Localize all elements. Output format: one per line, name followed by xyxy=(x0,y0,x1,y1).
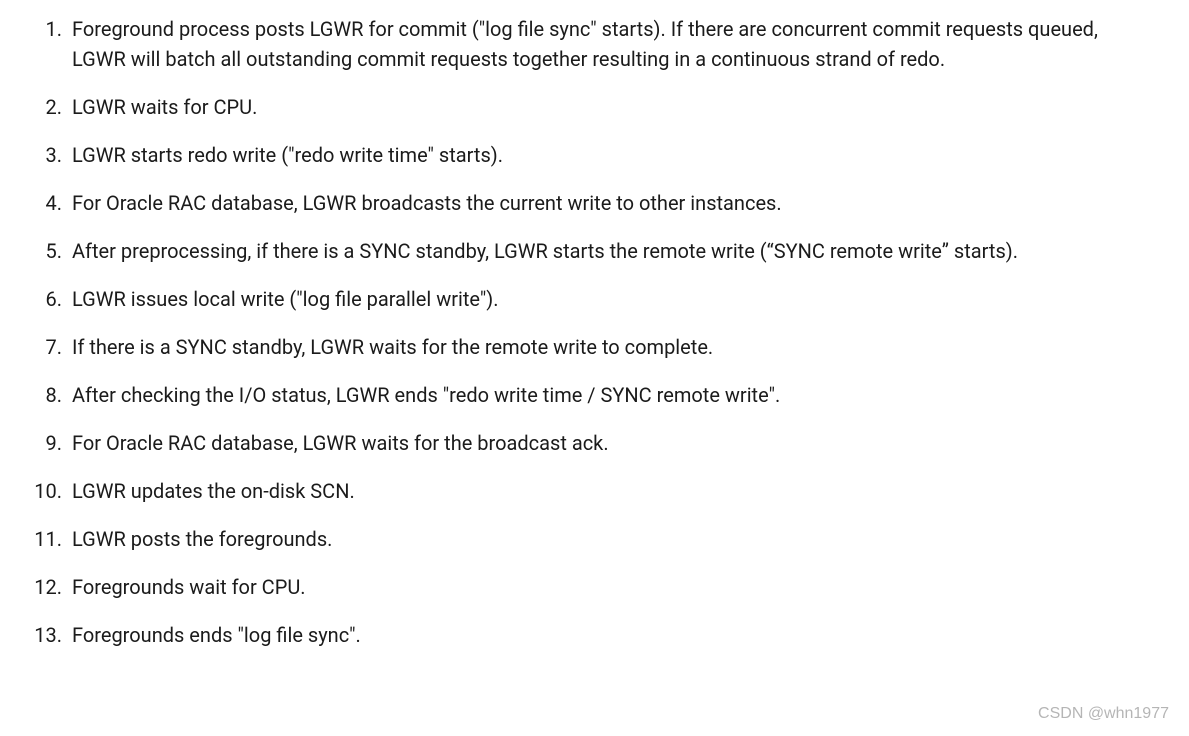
list-item-text: Foreground process posts LGWR for commit… xyxy=(72,17,1098,71)
list-item-text: Foregrounds wait for CPU. xyxy=(72,575,306,599)
list-item-text: After preprocessing, if there is a SYNC … xyxy=(72,239,1018,263)
list-item: LGWR posts the foregrounds. xyxy=(28,524,1149,554)
list-item-text: After checking the I/O status, LGWR ends… xyxy=(72,383,780,407)
list-item: LGWR updates the on-disk SCN. xyxy=(28,476,1149,506)
list-item: Foreground process posts LGWR for commit… xyxy=(28,14,1149,74)
list-item-text: If there is a SYNC standby, LGWR waits f… xyxy=(72,335,713,359)
ordered-steps-list: Foreground process posts LGWR for commit… xyxy=(28,14,1149,650)
list-item: LGWR issues local write ("log file paral… xyxy=(28,284,1149,314)
list-item-text: LGWR updates the on-disk SCN. xyxy=(72,479,355,503)
list-item: For Oracle RAC database, LGWR broadcasts… xyxy=(28,188,1149,218)
list-item: After preprocessing, if there is a SYNC … xyxy=(28,236,1149,266)
list-item-text: Foregrounds ends "log file sync". xyxy=(72,623,361,647)
list-item: Foregrounds wait for CPU. xyxy=(28,572,1149,602)
list-item-text: LGWR waits for CPU. xyxy=(72,95,257,119)
list-item-text: LGWR posts the foregrounds. xyxy=(72,527,332,551)
list-item-text: For Oracle RAC database, LGWR waits for … xyxy=(72,431,609,455)
list-item: LGWR starts redo write ("redo write time… xyxy=(28,140,1149,170)
list-item: If there is a SYNC standby, LGWR waits f… xyxy=(28,332,1149,362)
list-item-text: LGWR issues local write ("log file paral… xyxy=(72,287,499,311)
list-item: After checking the I/O status, LGWR ends… xyxy=(28,380,1149,410)
list-item-text: LGWR starts redo write ("redo write time… xyxy=(72,143,503,167)
list-item: Foregrounds ends "log file sync". xyxy=(28,620,1149,650)
list-item-text: For Oracle RAC database, LGWR broadcasts… xyxy=(72,191,782,215)
watermark-text: CSDN @whn1977 xyxy=(1038,702,1169,726)
list-item: LGWR waits for CPU. xyxy=(28,92,1149,122)
list-item: For Oracle RAC database, LGWR waits for … xyxy=(28,428,1149,458)
